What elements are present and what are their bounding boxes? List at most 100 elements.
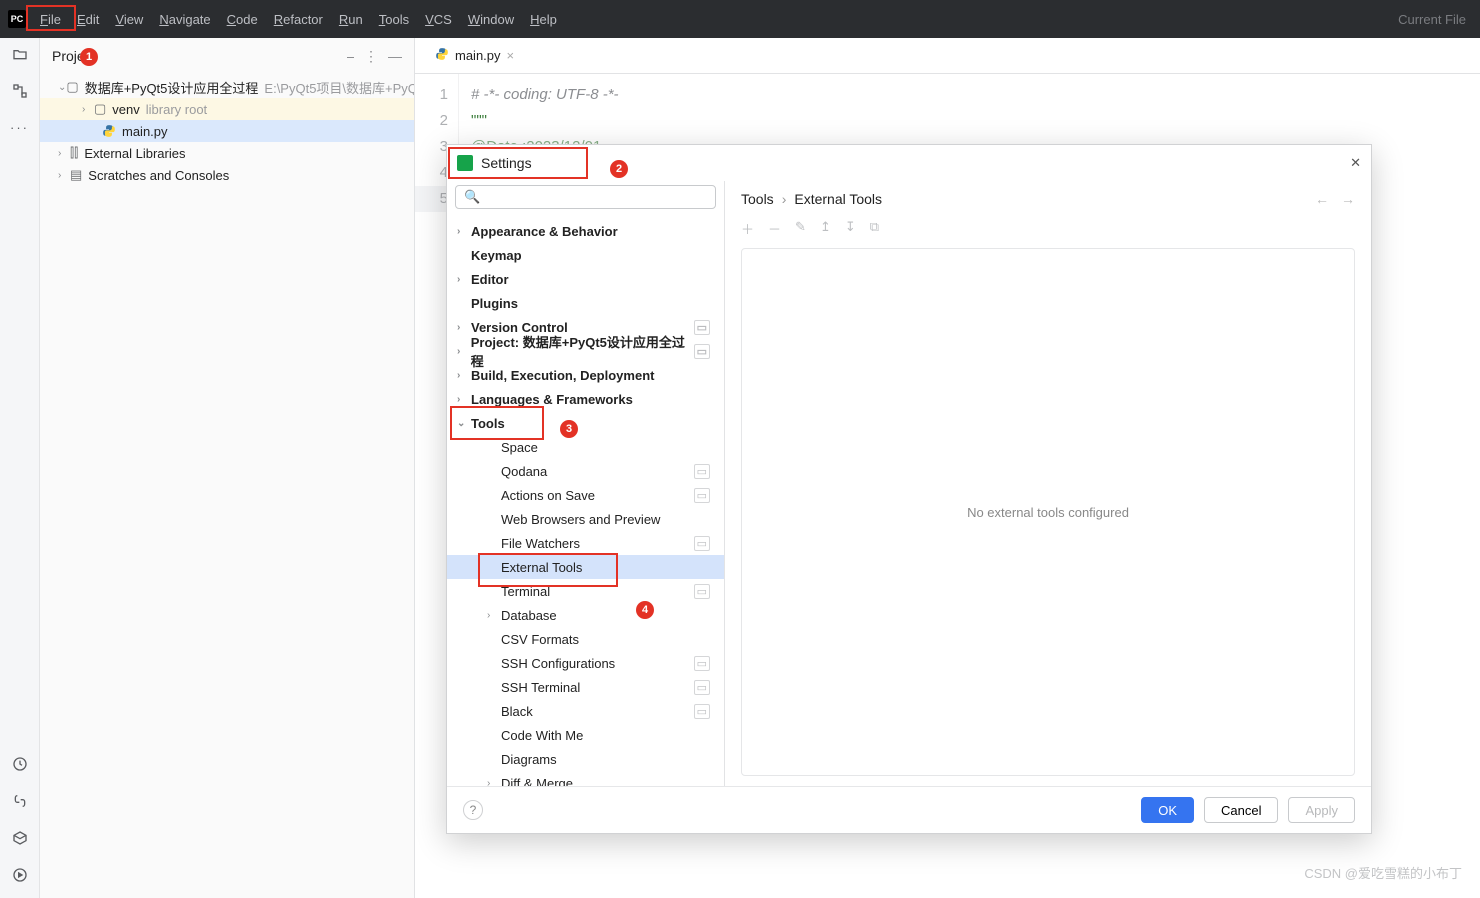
more-tool-icon[interactable]: ··· (10, 120, 29, 135)
project-tree[interactable]: ⌄ ▢ 数据库+PyQt5设计应用全过程 E:\PyQt5项目\数据库+PyQt… (40, 74, 414, 188)
settings-cat-appearance-behavior[interactable]: ›Appearance & Behavior (447, 219, 724, 243)
cancel-button[interactable]: Cancel (1204, 797, 1278, 823)
python-console-icon[interactable] (12, 793, 28, 812)
scratches-label: Scratches and Consoles (88, 168, 229, 183)
search-icon: 🔍 (464, 189, 480, 205)
venv-note: library root (146, 102, 207, 117)
folder-icon: ▢ (94, 101, 106, 117)
menu-item-file[interactable]: File (32, 8, 69, 31)
add-icon[interactable]: ＋ (741, 219, 754, 238)
crumb-b: External Tools (794, 191, 882, 207)
apply-button[interactable]: Apply (1288, 797, 1355, 823)
root-path: E:\PyQt5项目\数据库+PyQt (264, 78, 414, 97)
tree-venv[interactable]: › ▢ venv library root (40, 98, 414, 120)
tree-ext-libs[interactable]: › ⫿⫿ External Libraries (40, 142, 414, 164)
settings-cat-keymap[interactable]: Keymap (447, 243, 724, 267)
settings-cat-diff-merge[interactable]: ›Diff & Merge (447, 771, 724, 786)
menu-item-edit[interactable]: Edit (69, 8, 107, 31)
crumb-a: Tools (741, 191, 774, 207)
settings-cat-csv-formats[interactable]: CSV Formats (447, 627, 724, 651)
remove-icon[interactable]: － (768, 219, 781, 238)
chevron-down-icon[interactable]: ⌄ (89, 48, 101, 65)
collapse-icon[interactable]: ⎯ (347, 48, 354, 65)
close-icon[interactable]: ✕ (1350, 155, 1361, 171)
settings-cat-actions-on-save[interactable]: Actions on Save▭ (447, 483, 724, 507)
menu-item-window[interactable]: Window (460, 8, 522, 31)
code-line: """ (471, 108, 619, 134)
down-icon[interactable]: ↧ (845, 219, 856, 238)
settings-cat-database[interactable]: ›Database (447, 603, 724, 627)
up-icon[interactable]: ↥ (820, 219, 831, 238)
settings-cat-terminal[interactable]: Terminal▭ (447, 579, 724, 603)
settings-categories[interactable]: ›Appearance & BehaviorKeymap›EditorPlugi… (447, 217, 724, 786)
tree-root[interactable]: ⌄ ▢ 数据库+PyQt5设计应用全过程 E:\PyQt5项目\数据库+PyQt (40, 76, 414, 98)
python-file-icon (435, 47, 449, 64)
settings-cat-web-browsers-and-preview[interactable]: Web Browsers and Preview (447, 507, 724, 531)
settings-cat-project-pyqt5-[interactable]: ›Project: 数据库+PyQt5设计应用全过程▭ (447, 339, 724, 363)
mainfile-name: main.py (122, 124, 168, 139)
ok-button[interactable]: OK (1141, 797, 1194, 823)
root-name: 数据库+PyQt5设计应用全过程 (85, 78, 259, 97)
settings-dots-icon[interactable]: ⋮ (364, 48, 378, 65)
settings-cat-black[interactable]: Black▭ (447, 699, 724, 723)
settings-cat-qodana[interactable]: Qodana▭ (447, 459, 724, 483)
settings-cat-plugins[interactable]: Plugins (447, 291, 724, 315)
settings-breadcrumb: Tools › External Tools ← → (725, 181, 1371, 213)
main-menu-bar: PC FileEditViewNavigateCodeRefactorRunTo… (0, 0, 1480, 38)
settings-cat-ssh-configurations[interactable]: SSH Configurations▭ (447, 651, 724, 675)
settings-cat-editor[interactable]: ›Editor (447, 267, 724, 291)
dialog-logo-icon (457, 155, 473, 171)
nav-forward-icon[interactable]: → (1341, 191, 1355, 207)
chevron-right-icon: › (782, 191, 787, 207)
left-tool-strip: ··· (0, 38, 40, 898)
tree-scratches[interactable]: › ▤ Scratches and Consoles (40, 164, 414, 186)
settings-cat-diagrams[interactable]: Diagrams (447, 747, 724, 771)
settings-cat-ssh-terminal[interactable]: SSH Terminal▭ (447, 675, 724, 699)
menu-item-navigate[interactable]: Navigate (151, 8, 218, 31)
close-tab-icon[interactable]: × (507, 48, 515, 63)
menu-item-help[interactable]: Help (522, 8, 565, 31)
library-icon: ⫿⫿ (70, 145, 78, 161)
watermark: CSDN @爱吃雪糕的小布丁 (1304, 863, 1462, 882)
run-tool-icon[interactable] (12, 867, 28, 886)
python-file-icon (102, 124, 116, 138)
settings-cat-external-tools[interactable]: External Tools (447, 555, 724, 579)
structure-tool-icon[interactable] (12, 83, 28, 102)
empty-message: No external tools configured (967, 505, 1129, 520)
folder-icon: ▢ (66, 79, 78, 95)
settings-cat-languages-frameworks[interactable]: ›Languages & Frameworks (447, 387, 724, 411)
menu-item-view[interactable]: View (107, 8, 151, 31)
menu-item-tools[interactable]: Tools (371, 8, 417, 31)
run-config-label: Current File (1398, 12, 1472, 27)
dialog-title: Settings (481, 155, 532, 171)
scratches-icon: ▤ (70, 167, 82, 183)
tab-label: main.py (455, 48, 501, 63)
tree-mainfile[interactable]: main.py (40, 120, 414, 142)
settings-dialog: Settings ✕ 🔍 ›Appearance & BehaviorKeyma… (446, 144, 1372, 834)
code-line: # -*- coding: UTF-8 -*- (471, 82, 619, 108)
project-tool-window: Proje ⌄ ⎯ ⋮ — ⌄ ▢ 数据库+PyQt5设计应用全过程 E:\Py… (40, 38, 415, 898)
menu-item-run[interactable]: Run (331, 8, 371, 31)
hide-icon[interactable]: — (388, 48, 402, 64)
editor-tabs: main.py × (415, 38, 1480, 74)
settings-cat-code-with-me[interactable]: Code With Me (447, 723, 724, 747)
project-tool-icon[interactable] (12, 46, 28, 65)
settings-search[interactable]: 🔍 (455, 185, 716, 209)
menu-item-vcs[interactable]: VCS (417, 8, 460, 31)
settings-cat-tools[interactable]: ⌄Tools (447, 411, 724, 435)
project-title: Proje (52, 48, 85, 64)
services-icon[interactable] (12, 756, 28, 775)
copy-icon[interactable]: ⧉ (870, 219, 879, 238)
editor-tab-main[interactable]: main.py × (425, 47, 524, 64)
edit-icon[interactable]: ✎ (795, 219, 806, 238)
settings-cat-space[interactable]: Space (447, 435, 724, 459)
ext-label: External Libraries (84, 146, 185, 161)
packages-icon[interactable] (12, 830, 28, 849)
nav-back-icon[interactable]: ← (1315, 191, 1329, 207)
settings-cat-file-watchers[interactable]: File Watchers▭ (447, 531, 724, 555)
menu-item-code[interactable]: Code (219, 8, 266, 31)
external-tools-list: No external tools configured (741, 248, 1355, 776)
help-icon[interactable]: ? (463, 800, 483, 820)
menu-item-refactor[interactable]: Refactor (266, 8, 331, 31)
search-input[interactable] (480, 190, 707, 205)
